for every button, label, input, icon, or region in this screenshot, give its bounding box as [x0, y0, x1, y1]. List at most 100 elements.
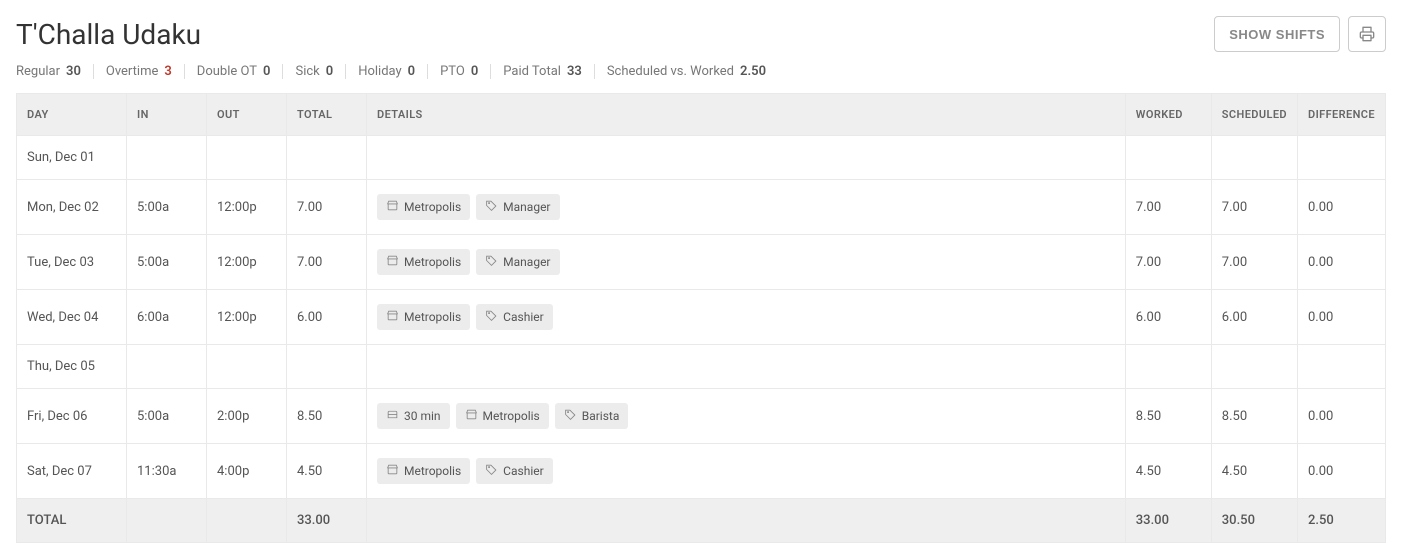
- timesheet-table: DAY IN OUT TOTAL DETAILS WORKED SCHEDULE…: [16, 93, 1386, 543]
- cell-in: [127, 345, 207, 389]
- cell-out: 12:00p: [207, 180, 287, 235]
- cell-day: Tue, Dec 03: [17, 235, 127, 290]
- total-blank: [367, 499, 1126, 543]
- table-row: Fri, Dec 065:00a2:00p8.5030 minMetropoli…: [17, 389, 1386, 444]
- summary-value: 2.50: [740, 64, 766, 79]
- summary-label: Holiday: [358, 64, 401, 79]
- store-icon: [465, 408, 478, 424]
- store-chip: Metropolis: [456, 403, 549, 429]
- tag-chip: Manager: [476, 249, 559, 275]
- col-day: DAY: [17, 94, 127, 136]
- summary-label: Double OT: [197, 64, 257, 79]
- chip-label: Metropolis: [483, 409, 540, 423]
- table-total-row: TOTAL33.0033.0030.502.50: [17, 499, 1386, 543]
- cell-day: Wed, Dec 04: [17, 290, 127, 345]
- cell-in: 5:00a: [127, 180, 207, 235]
- chip-label: Cashier: [503, 464, 544, 478]
- cell-difference: 0.00: [1298, 180, 1386, 235]
- cell-scheduled: 6.00: [1211, 290, 1297, 345]
- summary-item: Regular30: [16, 64, 94, 79]
- chip-label: Cashier: [503, 310, 544, 324]
- cell-difference: 0.00: [1298, 389, 1386, 444]
- header: T'Challa Udaku SHOW SHIFTS: [16, 16, 1386, 52]
- tag-icon: [564, 408, 577, 424]
- cell-worked: 8.50: [1125, 389, 1211, 444]
- summary-label: Paid Total: [503, 64, 561, 79]
- store-chip: Metropolis: [377, 304, 470, 330]
- cell-details: [367, 345, 1126, 389]
- summary-item: Scheduled vs. Worked 2.50: [607, 64, 778, 79]
- chip-label: Metropolis: [404, 255, 461, 269]
- cell-scheduled: 7.00: [1211, 235, 1297, 290]
- print-button[interactable]: [1348, 16, 1386, 52]
- chip-label: Manager: [503, 255, 550, 269]
- cell-total: [287, 345, 367, 389]
- summary-label: Regular: [16, 64, 60, 79]
- chip-label: 30 min: [404, 409, 441, 423]
- col-out: OUT: [207, 94, 287, 136]
- cell-day: Mon, Dec 02: [17, 180, 127, 235]
- cell-out: 12:00p: [207, 290, 287, 345]
- cell-details: Metropolis Manager: [367, 235, 1126, 290]
- col-details: DETAILS: [367, 94, 1126, 136]
- cell-details: 30 min Metropolis Barista: [367, 389, 1126, 444]
- table-row: Mon, Dec 025:00a12:00p7.00MetropolisMana…: [17, 180, 1386, 235]
- cell-worked: 7.00: [1125, 235, 1211, 290]
- cell-details: Metropolis Cashier: [367, 290, 1126, 345]
- summary-label: Scheduled vs. Worked: [607, 64, 734, 79]
- chip-label: Metropolis: [404, 464, 461, 478]
- cell-worked: 7.00: [1125, 180, 1211, 235]
- col-difference: DIFFERENCE: [1298, 94, 1386, 136]
- cell-worked: [1125, 345, 1211, 389]
- cell-total: 8.50: [287, 389, 367, 444]
- chip-label: Manager: [503, 200, 550, 214]
- cell-out: 2:00p: [207, 389, 287, 444]
- chip-group: Metropolis Cashier: [377, 304, 1115, 330]
- cell-out: 12:00p: [207, 235, 287, 290]
- tag-icon: [485, 254, 498, 270]
- chip-group: Metropolis Manager: [377, 249, 1115, 275]
- header-actions: SHOW SHIFTS: [1214, 16, 1386, 52]
- cell-difference: 0.00: [1298, 235, 1386, 290]
- tag-chip: Barista: [555, 403, 629, 429]
- summary-value: 33: [567, 64, 582, 79]
- store-icon: [386, 309, 399, 325]
- col-total: TOTAL: [287, 94, 367, 136]
- summary-item: Paid Total 33: [503, 64, 595, 79]
- tag-icon: [485, 199, 498, 215]
- cell-difference: 0.00: [1298, 444, 1386, 499]
- cell-in: 11:30a: [127, 444, 207, 499]
- cell-total: 7.00: [287, 180, 367, 235]
- summary-item: Sick0: [295, 64, 346, 79]
- table-row: Sun, Dec 01: [17, 136, 1386, 180]
- tag-chip: Cashier: [476, 458, 553, 484]
- cell-in: [127, 136, 207, 180]
- cell-day: Sat, Dec 07: [17, 444, 127, 499]
- summary-label: Overtime: [106, 64, 158, 79]
- total-blank: [127, 499, 207, 543]
- table-row: Sat, Dec 0711:30a4:00p4.50MetropolisCash…: [17, 444, 1386, 499]
- chip-label: Barista: [582, 409, 620, 423]
- total-label: TOTAL: [17, 499, 127, 543]
- cell-worked: [1125, 136, 1211, 180]
- cell-difference: [1298, 345, 1386, 389]
- table-header-row: DAY IN OUT TOTAL DETAILS WORKED SCHEDULE…: [17, 94, 1386, 136]
- cell-day: Fri, Dec 06: [17, 389, 127, 444]
- cell-scheduled: [1211, 345, 1297, 389]
- tag-icon: [485, 309, 498, 325]
- cell-details: Metropolis Cashier: [367, 444, 1126, 499]
- summary-value: 0: [263, 64, 270, 79]
- chip-group: Metropolis Cashier: [377, 458, 1115, 484]
- cell-total: 7.00: [287, 235, 367, 290]
- cell-scheduled: 4.50: [1211, 444, 1297, 499]
- cell-worked: 4.50: [1125, 444, 1211, 499]
- cell-in: 5:00a: [127, 389, 207, 444]
- total-total: 33.00: [287, 499, 367, 543]
- show-shifts-button[interactable]: SHOW SHIFTS: [1214, 16, 1340, 52]
- summary-item: Double OT 0: [197, 64, 284, 79]
- cell-worked: 6.00: [1125, 290, 1211, 345]
- total-difference: 2.50: [1298, 499, 1386, 543]
- cell-out: [207, 345, 287, 389]
- cell-day: Sun, Dec 01: [17, 136, 127, 180]
- cell-out: [207, 136, 287, 180]
